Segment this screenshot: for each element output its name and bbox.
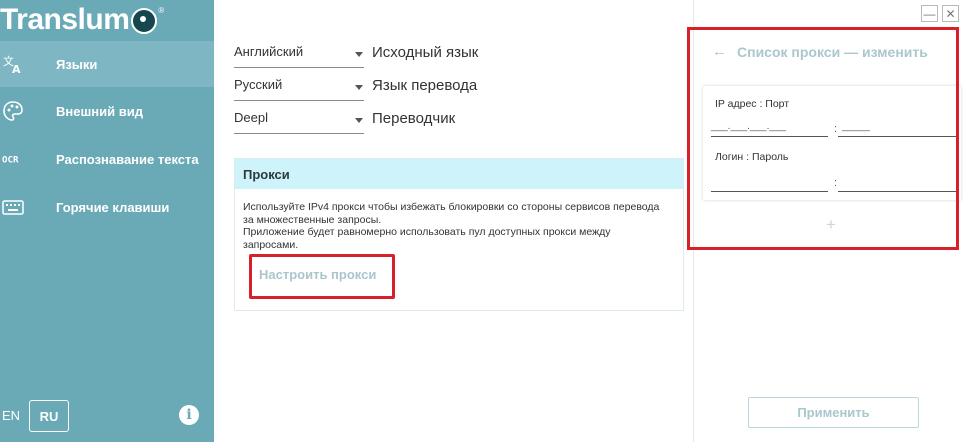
- close-button[interactable]: ✕: [942, 5, 959, 22]
- highlight-box: [687, 27, 959, 250]
- proxy-card-title: Прокси: [235, 159, 683, 189]
- apply-button[interactable]: Применить: [748, 397, 919, 428]
- info-icon[interactable]: i: [179, 405, 199, 425]
- proxy-description-text: Используйте IPv4 прокси чтобы избежать б…: [243, 201, 660, 251]
- select-value: Русский: [234, 77, 283, 92]
- target-language-select[interactable]: Русский: [234, 73, 364, 101]
- language-ru-button[interactable]: RU: [29, 400, 69, 432]
- select-value: Английский: [234, 44, 304, 59]
- keyboard-icon: [2, 196, 24, 218]
- palette-icon: [2, 100, 24, 122]
- translate-icon: 文 A: [2, 53, 24, 75]
- sidebar-item-appearance[interactable]: Внешний вид: [0, 88, 214, 134]
- logo: Translum ®: [0, 2, 164, 38]
- source-language-select[interactable]: Английский: [234, 40, 364, 68]
- logo-registered-mark: ®: [158, 6, 165, 15]
- minimize-icon: —: [923, 6, 936, 21]
- select-label: Язык перевода: [372, 77, 478, 94]
- sidebar-item-label: Горячие клавиши: [56, 199, 170, 215]
- sidebar: Translum ® 文 A Языки Внешний вид OCR Рас…: [0, 0, 214, 442]
- proxy-description: Используйте IPv4 прокси чтобы избежать б…: [243, 201, 663, 251]
- chevron-down-icon: [355, 118, 363, 123]
- minimize-button[interactable]: —: [921, 5, 938, 22]
- sidebar-item-languages[interactable]: 文 A Языки: [0, 41, 214, 87]
- sidebar-item-ocr[interactable]: OCR Распознавание текста: [0, 136, 214, 182]
- language-en-option[interactable]: EN: [2, 408, 20, 423]
- select-value: Deepl: [234, 110, 268, 125]
- sidebar-item-label: Языки: [56, 56, 98, 72]
- ocr-icon: OCR: [2, 148, 24, 170]
- svg-text:A: A: [12, 63, 21, 75]
- close-icon: ✕: [945, 6, 956, 21]
- chevron-down-icon: [355, 85, 363, 90]
- logo-text: Translum: [0, 3, 130, 36]
- select-label: Переводчик: [372, 110, 456, 127]
- app-window: Translum ® 文 A Языки Внешний вид OCR Рас…: [0, 0, 968, 442]
- logo-o-mark: [131, 8, 158, 34]
- sidebar-item-label: Внешний вид: [56, 103, 143, 119]
- translator-select[interactable]: Deepl: [234, 106, 364, 134]
- sidebar-item-label: Распознавание текста: [56, 151, 199, 167]
- select-label: Исходный язык: [372, 44, 479, 61]
- sidebar-item-hotkeys[interactable]: Горячие клавиши: [0, 184, 214, 230]
- svg-text:OCR: OCR: [2, 155, 19, 166]
- highlight-box: [249, 254, 395, 299]
- chevron-down-icon: [355, 52, 363, 57]
